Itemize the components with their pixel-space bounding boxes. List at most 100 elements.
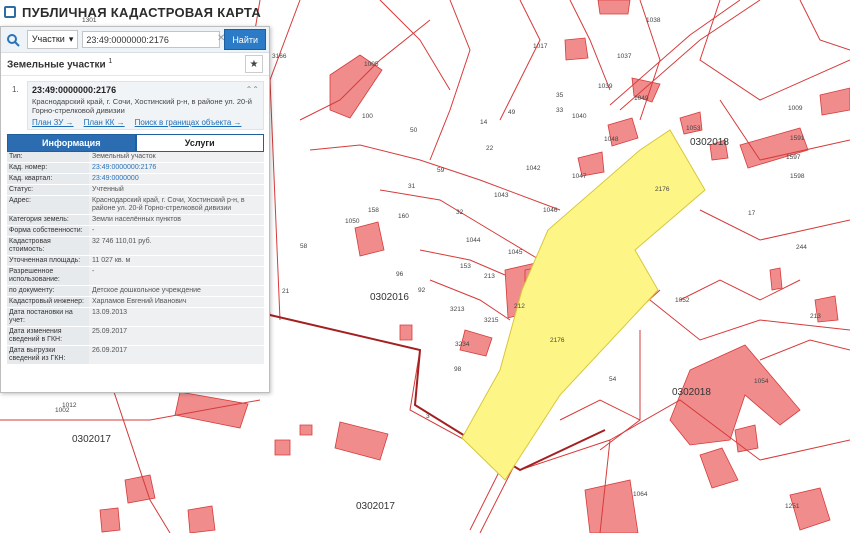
field-value: Земли населённых пунктов: [92, 216, 182, 223]
collapse-icon[interactable]: ⌃⌃: [246, 85, 259, 94]
parcel-number-label: 58: [300, 243, 308, 250]
parcel-number-label: 1050: [345, 218, 360, 225]
parcel-number-label: 1064: [633, 491, 648, 498]
star-icon[interactable]: ★: [245, 55, 263, 73]
building: [699, 447, 739, 489]
field-value: -: [92, 227, 95, 234]
field-label: Тип:: [7, 152, 89, 162]
app-header: ПУБЛИЧНАЯ КАДАСТРОВАЯ КАРТА: [0, 0, 261, 24]
parcel-boundary-line: [799, 0, 850, 51]
find-button[interactable]: Найти: [224, 29, 266, 50]
info-panel: Участки ▾ ✕ Найти Земельные участки 1 ★ …: [0, 26, 270, 393]
parcel-boundary-line: [269, 0, 301, 321]
link-plan-kk[interactable]: План КК →: [84, 118, 125, 127]
building: [334, 421, 389, 461]
field-label: Дата выгрузки сведений из ГКН:: [7, 346, 89, 364]
parcel-boundary-line: [559, 399, 641, 421]
building: [99, 507, 121, 533]
tab-services[interactable]: Услуги: [135, 134, 264, 152]
field-label: Дата изменения сведений в ГКН:: [7, 327, 89, 345]
clear-icon[interactable]: ✕: [217, 33, 225, 44]
building: [187, 505, 216, 533]
parcel-number-label: 100: [362, 113, 373, 120]
parcel-number-label: 212: [514, 303, 525, 310]
quarter-label: 0302016: [370, 292, 409, 303]
parcel-number-label: 50: [410, 127, 418, 134]
field-label: Категория земель:: [7, 215, 89, 225]
link-plan-zu[interactable]: План ЗУ →: [32, 118, 74, 127]
parcel-number-label: 3213: [450, 306, 465, 313]
search-scope-value: Участки: [31, 34, 65, 44]
selected-parcel-2176[interactable]: [461, 129, 706, 481]
field-value: Детское дошкольное учреждение: [92, 287, 201, 294]
search-icon[interactable]: [4, 31, 23, 49]
search-scope-select[interactable]: Участки ▾: [26, 30, 79, 49]
table-row: Разрешенное использование: -: [7, 267, 264, 286]
field-value: 32 746 110,01 руб.: [92, 238, 152, 245]
building: [174, 391, 249, 429]
parcel-boundary-line: [599, 330, 641, 451]
building: [354, 221, 385, 257]
info-tabs: Информация Услуги: [7, 134, 264, 152]
result-index: 1.: [12, 85, 19, 94]
parcel-number-label: 1038: [646, 17, 661, 24]
table-row: Категория земель: Земли населённых пункто…: [7, 215, 264, 226]
field-value[interactable]: 23:49:0000000: [89, 174, 264, 184]
parcel-boundary-line: [699, 209, 850, 241]
link-search-in-bounds[interactable]: Поиск в границах объекта →: [135, 118, 242, 127]
parcel-number-label: 1598: [790, 173, 805, 180]
parcel-number-label: 1052: [675, 297, 690, 304]
field-value: 13.09.2013: [92, 309, 128, 316]
parcel-number-label: 1017: [533, 43, 548, 50]
parcel-boundary-line: [429, 279, 511, 321]
field-label: Разрешенное использование:: [7, 267, 89, 285]
field-value: 26.09.2017: [92, 347, 128, 354]
field-value: 11 027 кв. м: [92, 257, 131, 264]
parcel-number-label: 1049: [634, 95, 649, 102]
parcel-number-label: 1005: [364, 61, 379, 68]
quarter-label: 0302017: [72, 434, 111, 445]
parcel-number-label: 1048: [604, 136, 619, 143]
parcel-number-label: 1009: [788, 105, 803, 112]
parcel-number-label: 1053: [686, 125, 701, 132]
parcel-number-label: 3215: [484, 317, 499, 324]
results-count: 1: [108, 57, 113, 65]
parcel-boundary-line: [759, 339, 850, 361]
field-value[interactable]: 23:49:0000000:2176: [89, 163, 264, 173]
parcel-number-label: 1591: [790, 135, 805, 142]
app-logo-icon: [4, 6, 16, 18]
parcel-number-label: 1002: [55, 407, 70, 414]
tab-information[interactable]: Информация: [7, 134, 136, 152]
parcel-number-label: 1046: [543, 207, 558, 214]
result-links: План ЗУ → План КК → Поиск в границах объ…: [32, 118, 259, 127]
parcel-number-label: 98: [454, 366, 462, 373]
field-value: Краснодарский край, г. Сочи, Хостинский …: [92, 197, 245, 212]
attributes-table: Тип: Земельный участок Кад. номер: 23:49:00…: [7, 152, 264, 365]
building: [564, 37, 589, 61]
parcel-boundary-line: [429, 0, 471, 161]
parcel-number-label: 22: [486, 145, 494, 152]
parcel-number-label: 1045: [508, 249, 523, 256]
parcel-number-label: 31: [408, 183, 416, 190]
field-value: -: [92, 268, 95, 275]
table-row: Уточненная площадь: 11 027 кв. м: [7, 256, 264, 267]
parcel-number-label: 1039: [598, 83, 613, 90]
result-card[interactable]: 1. 23:49:0000000:2176 ⌃⌃ Краснодарский к…: [12, 81, 264, 130]
parcel-number-label: 3234: [455, 341, 470, 348]
parcel-number-label: 1047: [572, 173, 587, 180]
chevron-down-icon: ▾: [68, 34, 74, 44]
parcel-number-label: 1054: [754, 378, 769, 385]
parcel-number-label: 1040: [572, 113, 587, 120]
search-input[interactable]: [82, 31, 221, 48]
table-row: по документу: Детское дошкольное учрежден…: [7, 286, 264, 297]
result-cadastral-number[interactable]: 23:49:0000000:2176: [32, 85, 259, 95]
parcel-number-label: 33: [556, 107, 564, 114]
building: [734, 424, 759, 453]
field-label: Форма собственности:: [7, 226, 89, 236]
parcel-number-label: 213: [810, 313, 821, 320]
table-row: Дата выгрузки сведений из ГКН: 26.09.2017: [7, 346, 264, 365]
table-row: Кад. номер: 23:49:0000000:2176: [7, 163, 264, 174]
parcel-number-label: 92: [418, 287, 426, 294]
quarter-label: 0302017: [356, 501, 395, 512]
parcel-number-label: 160: [398, 213, 409, 220]
